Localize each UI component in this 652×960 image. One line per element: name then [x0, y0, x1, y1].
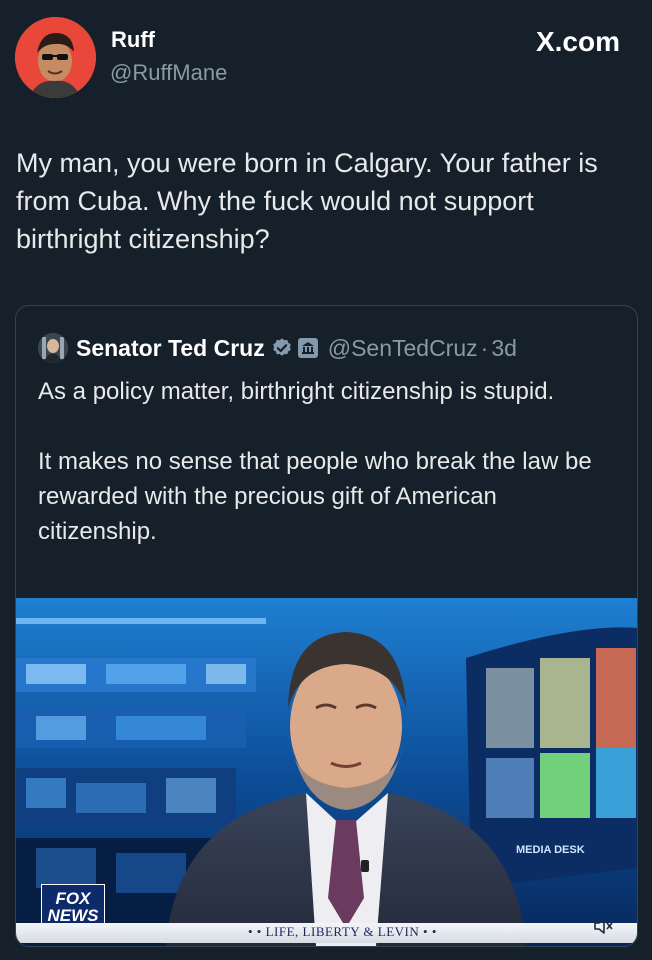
- quoted-author-name[interactable]: Senator Ted Cruz: [76, 335, 265, 362]
- quoted-tweet-header: Senator Ted Cruz @SenTedCruz · 3d: [38, 333, 517, 363]
- quoted-paragraph: As a policy matter, birthright citizensh…: [38, 378, 555, 405]
- quoted-author-handle[interactable]: @SenTedCruz: [328, 335, 478, 362]
- speaker-mute-icon[interactable]: [591, 914, 615, 938]
- fox-logo-line2: NEWS: [47, 905, 99, 925]
- quoted-tweet-video[interactable]: MEDIA DESK FOX NEWS channel • • LIFE, LI…: [16, 598, 637, 946]
- quoted-paragraph: It makes no sense that people who break …: [38, 448, 592, 545]
- news-ticker: • • LIFE, LIBERTY & LEVIN • •: [16, 923, 637, 943]
- fox-logo-line1: FOX: [55, 888, 91, 908]
- quoted-tweet-text: As a policy matter, birthright citizensh…: [38, 374, 618, 549]
- government-badge-icon: [297, 338, 318, 358]
- tweet-text: My man, you were born in Calgary. Your f…: [16, 148, 598, 254]
- author-handle[interactable]: @RuffMane: [110, 60, 227, 86]
- dot-separator: ·: [480, 334, 489, 361]
- site-brand: X.com: [535, 26, 620, 57]
- quoted-timestamp[interactable]: 3d: [491, 335, 517, 362]
- author-name[interactable]: Ruff: [111, 27, 155, 53]
- quoted-author-avatar[interactable]: [38, 333, 68, 363]
- wall-text: MEDIA DESK: [516, 844, 585, 856]
- ticker-text: • • LIFE, LIBERTY & LEVIN • •: [248, 924, 437, 939]
- author-avatar[interactable]: [15, 17, 96, 98]
- quoted-tweet-card[interactable]: Senator Ted Cruz @SenTedCruz · 3d As a p…: [15, 305, 638, 947]
- verified-badge-icon: [272, 338, 291, 356]
- video-frame: MEDIA DESK: [16, 598, 637, 946]
